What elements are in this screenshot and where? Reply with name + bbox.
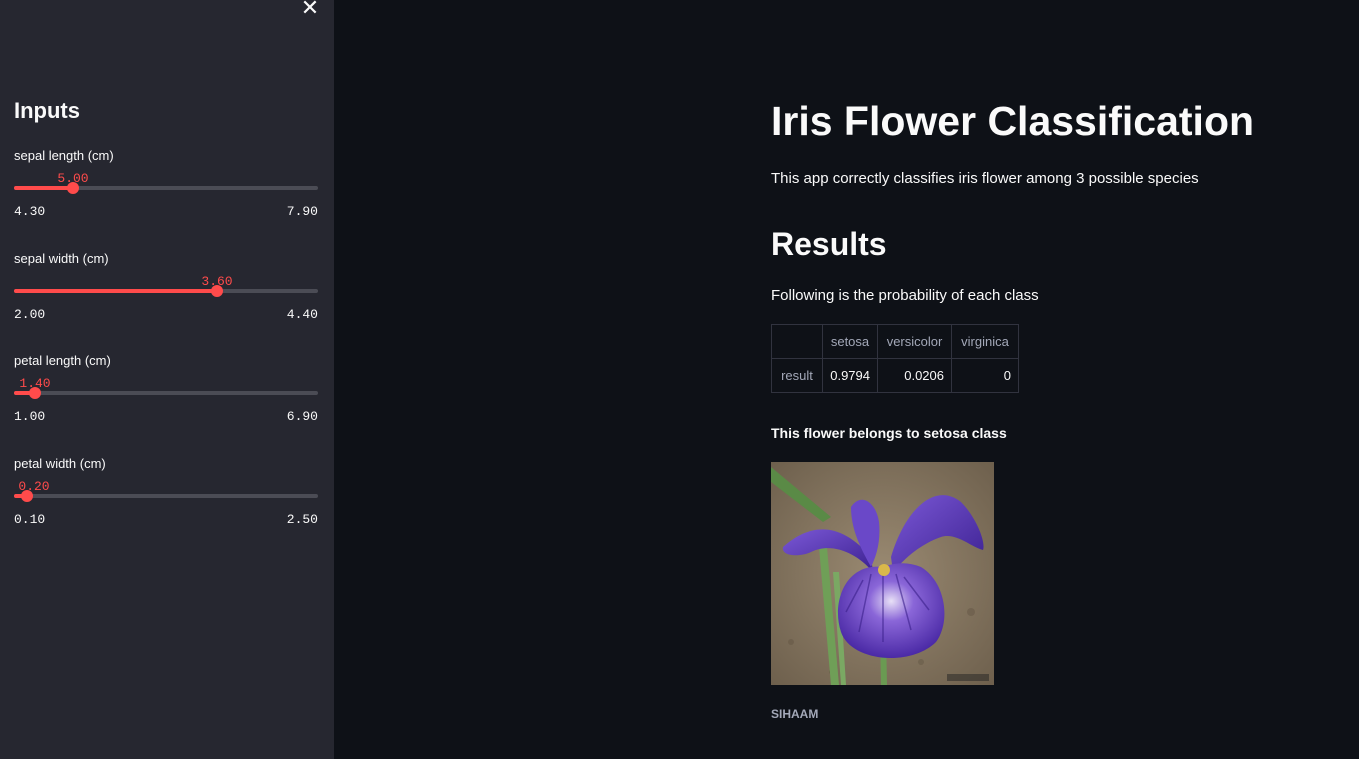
results-heading: Results <box>771 226 887 262</box>
slider-petal-length: petal length (cm) 1.40 1.00 6.90 <box>14 353 318 443</box>
slider-label: sepal width (cm) <box>14 251 109 266</box>
probability-text: Following is the probability of each cla… <box>771 287 1039 304</box>
slider-label: petal width (cm) <box>14 456 106 471</box>
app: ✕ Inputs sepal length (cm) 5.00 4.30 7.9… <box>0 0 1359 759</box>
table-header-row: setosa versicolor virginica <box>771 324 1019 359</box>
iris-flower-image <box>771 462 994 685</box>
slider-label: petal length (cm) <box>14 353 111 368</box>
slider-max: 7.90 <box>286 204 318 219</box>
close-sidebar-button[interactable]: ✕ <box>299 0 321 19</box>
slider-fill <box>14 289 217 293</box>
slider-sepal-length: sepal length (cm) 5.00 4.30 7.90 <box>14 148 318 238</box>
slider-min: 4.30 <box>14 204 46 219</box>
close-icon: ✕ <box>300 0 320 20</box>
slider-min: 2.00 <box>14 307 46 322</box>
cell-setosa: 0.9794 <box>822 358 878 393</box>
slider-track[interactable] <box>14 285 318 297</box>
column-header-virginica[interactable]: virginica <box>951 324 1019 359</box>
slider-thumb[interactable] <box>211 285 223 297</box>
iris-flower-photo-icon <box>771 462 994 685</box>
slider-thumb[interactable] <box>67 182 79 194</box>
slider-track[interactable] <box>14 182 318 194</box>
cell-versicolor: 0.0206 <box>877 358 952 393</box>
slider-thumb[interactable] <box>29 387 41 399</box>
column-header-setosa[interactable]: setosa <box>822 324 878 359</box>
cell-virginica: 0 <box>951 358 1019 393</box>
slider-thumb[interactable] <box>21 490 33 502</box>
column-header-versicolor[interactable]: versicolor <box>877 324 952 359</box>
slider-sepal-width: sepal width (cm) 3.60 2.00 4.40 <box>14 251 318 341</box>
slider-track[interactable] <box>14 387 318 399</box>
image-caption: SIHAAM <box>771 707 819 721</box>
sidebar-heading: Inputs <box>14 98 80 123</box>
slider-max: 2.50 <box>286 512 318 527</box>
slider-max: 4.40 <box>286 307 318 322</box>
slider-max: 6.90 <box>286 409 318 424</box>
probability-table: setosa versicolor virginica result 0.979… <box>771 324 1019 393</box>
classification-result: This flower belongs to setosa class <box>771 425 1007 441</box>
slider-petal-width: petal width (cm) 0.20 0.10 2.50 <box>14 456 318 546</box>
page-description: This app correctly classifies iris flowe… <box>771 170 1199 187</box>
slider-min: 1.00 <box>14 409 46 424</box>
slider-min: 0.10 <box>14 512 46 527</box>
table-row: result 0.9794 0.0206 0 <box>771 358 1019 393</box>
sidebar: ✕ Inputs sepal length (cm) 5.00 4.30 7.9… <box>0 0 334 759</box>
slider-label: sepal length (cm) <box>14 148 114 163</box>
row-header-result: result <box>771 358 823 393</box>
table-corner-cell <box>771 324 823 359</box>
slider-fill <box>14 186 73 190</box>
page-title: Iris Flower Classification <box>771 98 1255 144</box>
slider-track[interactable] <box>14 490 318 502</box>
